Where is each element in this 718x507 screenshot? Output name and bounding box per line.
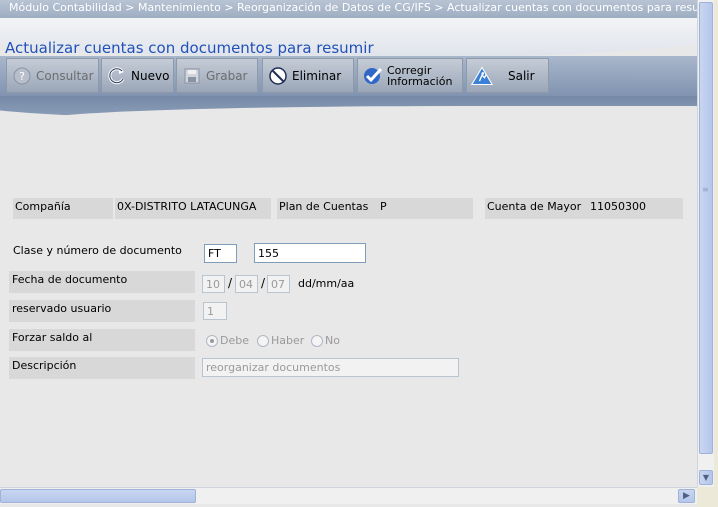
account-label: Cuenta de Mayor [485,198,588,219]
toolbar: ? Consultar Nuevo Grabar Eliminar Correg… [0,56,697,96]
balance-label: Forzar saldo al [12,331,93,344]
svg-text:?: ? [19,70,25,83]
nuevo-button[interactable]: Nuevo [101,58,174,93]
breadcrumb: Módulo Contabilidad > Mantenimiento > Re… [0,0,697,18]
check-icon [362,65,384,87]
nuevo-label: Nuevo [131,68,170,83]
scroll-right-icon[interactable]: ▶ [678,489,695,503]
radio-haber[interactable]: Haber [257,334,304,347]
date-separator: / [228,276,233,290]
doc-class-input[interactable] [204,244,237,263]
description-input[interactable] [202,358,459,377]
exit-icon [471,65,493,87]
description-label: Descripción [12,359,77,372]
horizontal-scrollbar[interactable]: ▶ [0,487,697,504]
help-icon: ? [11,65,33,87]
salir-label: Salir [508,68,535,83]
window-frame-edge [714,0,718,507]
vertical-scrollbar[interactable]: ≡ ▼ [697,0,714,487]
date-separator: / [261,276,266,290]
company-value: 0X-DISTRITO LATACUNGA [115,198,271,219]
banner-band [0,96,697,126]
reserved-input[interactable] [203,302,227,320]
consultar-label: Consultar [36,68,94,83]
eliminar-button[interactable]: Eliminar [262,58,354,93]
consultar-button[interactable]: ? Consultar [6,58,99,93]
date-year-input[interactable] [267,275,290,293]
date-label: Fecha de documento [12,273,128,286]
radio-no-dot[interactable] [311,334,323,347]
grabar-label: Grabar [206,68,248,83]
vertical-scroll-thumb[interactable] [699,2,713,454]
reserved-label: reservado usuario [12,302,112,315]
salir-button[interactable]: Salir [466,58,549,93]
radio-debe-label: Debe [220,334,249,347]
horizontal-scroll-thumb[interactable] [0,489,196,503]
corregir-label: Corregir Información [387,65,452,87]
date-day-input[interactable] [202,275,225,293]
radio-haber-dot[interactable] [257,334,269,347]
header-banner: Actualizar cuentas con documentos para r… [0,18,697,126]
radio-debe-dot[interactable] [206,334,218,347]
radio-no-label: No [325,334,340,347]
radio-no[interactable]: No [311,334,340,347]
prohibit-icon [267,65,289,87]
date-format-hint: dd/mm/aa [298,277,355,290]
grabar-button[interactable]: Grabar [176,58,258,93]
plan-value: P [378,198,473,219]
corregir-button[interactable]: Corregir Información [357,58,463,93]
date-month-input[interactable] [235,275,258,293]
plan-label: Plan de Cuentas [277,198,378,219]
doc-label: Clase y número de documento [13,244,182,257]
eliminar-label: Eliminar [292,68,342,83]
refresh-icon [106,65,128,87]
scroll-grip-icon: ≡ [702,185,709,194]
radio-debe[interactable]: Debe [206,334,249,347]
scroll-down-icon[interactable]: ▼ [699,470,713,485]
save-icon [181,65,203,87]
account-value: 11050300 [588,198,683,219]
radio-haber-label: Haber [271,334,305,347]
page-title: Actualizar cuentas con documentos para r… [5,39,374,57]
corregir-label-line2: Información [387,74,453,88]
company-label: Compañía [13,198,113,219]
doc-number-input[interactable] [254,243,366,263]
